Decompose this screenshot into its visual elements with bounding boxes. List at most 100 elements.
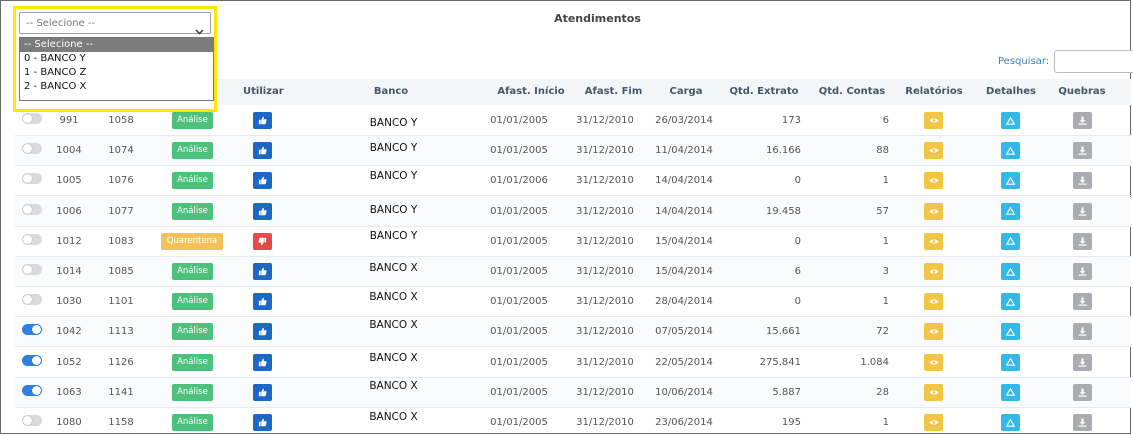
utilizar-button[interactable]: [253, 202, 272, 220]
search-input[interactable]: [1054, 50, 1133, 73]
row-toggle[interactable]: [22, 384, 42, 396]
detalhes-button[interactable]: [1001, 202, 1020, 220]
quebras-button[interactable]: [1073, 142, 1092, 160]
utilizar-button[interactable]: [253, 353, 272, 371]
row-toggle[interactable]: [22, 233, 42, 245]
quebras-button[interactable]: [1073, 383, 1092, 401]
status-badge[interactable]: Análise: [172, 142, 213, 160]
row-code: 1077: [108, 205, 134, 217]
row-carga: 26/03/2014: [655, 115, 713, 126]
utilizar-button[interactable]: [253, 232, 272, 250]
relatorios-button[interactable]: [924, 263, 943, 280]
status-badge[interactable]: Quarentena: [161, 232, 223, 250]
col-afast-fim[interactable]: Afast. Fim: [581, 86, 646, 97]
bank-option[interactable]: 0 - BANCO Y: [20, 52, 213, 66]
row-toggle[interactable]: [22, 143, 42, 155]
utilizar-button[interactable]: [253, 383, 272, 401]
row-toggle[interactable]: [22, 203, 42, 215]
bank-option[interactable]: -- Selecione --: [20, 38, 213, 52]
bank-option[interactable]: 1 - BANCO Z: [20, 66, 213, 80]
row-qtd-contas: 1: [882, 296, 889, 308]
col-carga[interactable]: Carga: [661, 86, 711, 97]
status-badge[interactable]: Análise: [172, 414, 213, 431]
relatorios-button[interactable]: [924, 232, 943, 250]
row-toggle[interactable]: [22, 173, 42, 185]
relatorios-button[interactable]: [924, 353, 943, 371]
row-bank: BANCO X: [369, 319, 418, 332]
status-badge[interactable]: Análise: [172, 293, 213, 311]
detalhes-button[interactable]: [1001, 293, 1020, 311]
status-badge[interactable]: Análise: [172, 353, 213, 371]
col-qtd-contas[interactable]: Qtd. Contas: [817, 86, 887, 97]
row-toggle[interactable]: [22, 354, 42, 366]
row-toggle[interactable]: [22, 113, 42, 124]
quebras-button[interactable]: [1073, 353, 1092, 371]
relatorios-button[interactable]: [924, 383, 943, 401]
col-utilizar[interactable]: Utilizar: [243, 86, 284, 97]
status-badge[interactable]: Análise: [172, 112, 213, 129]
col-detalhes[interactable]: Detalhes: [981, 86, 1041, 97]
col-banco[interactable]: Banco: [361, 86, 421, 97]
detalhes-button[interactable]: [1001, 263, 1020, 280]
utilizar-button[interactable]: [253, 142, 272, 160]
download-icon: [1078, 237, 1087, 246]
quebras-button[interactable]: [1073, 323, 1092, 341]
row-afast-inicio: 01/01/2005: [490, 326, 548, 338]
status-badge[interactable]: Análise: [172, 383, 213, 401]
relatorios-button[interactable]: [924, 414, 943, 431]
quebras-button[interactable]: [1073, 112, 1092, 129]
status-badge[interactable]: Análise: [172, 323, 213, 341]
bank-select[interactable]: -- Selecione --: [19, 12, 211, 35]
quebras-button[interactable]: [1073, 293, 1092, 311]
row-qtd-contas: 28: [876, 386, 889, 398]
utilizar-button[interactable]: [253, 293, 272, 311]
thumbs-up-icon: [258, 146, 267, 155]
col-quebras[interactable]: Quebras: [1056, 86, 1108, 97]
quebras-button[interactable]: [1073, 172, 1092, 190]
download-icon: [1078, 146, 1087, 155]
triangle-icon: [1006, 358, 1015, 366]
quebras-button[interactable]: [1073, 232, 1092, 250]
relatorios-button[interactable]: [924, 293, 943, 311]
status-badge[interactable]: Análise: [172, 202, 213, 220]
detalhes-button[interactable]: [1001, 172, 1020, 190]
detalhes-button[interactable]: [1001, 353, 1020, 371]
detalhes-button[interactable]: [1001, 323, 1020, 341]
quebras-button[interactable]: [1073, 414, 1092, 431]
detalhes-button[interactable]: [1001, 142, 1020, 160]
col-relatorios[interactable]: Relatórios: [901, 86, 967, 97]
quebras-button[interactable]: [1073, 202, 1092, 220]
row-toggle[interactable]: [22, 415, 42, 426]
bank-option[interactable]: 2 - BANCO X: [20, 80, 213, 94]
utilizar-button[interactable]: [253, 172, 272, 190]
row-bank: BANCO Y: [369, 203, 418, 216]
status-badge[interactable]: Análise: [172, 172, 213, 190]
detalhes-button[interactable]: [1001, 232, 1020, 250]
row-toggle[interactable]: [22, 294, 42, 306]
utilizar-button[interactable]: [253, 414, 272, 431]
relatorios-button[interactable]: [924, 323, 943, 341]
utilizar-button[interactable]: [253, 323, 272, 341]
utilizar-button[interactable]: [253, 112, 272, 129]
relatorios-button[interactable]: [924, 202, 943, 220]
row-code: 1126: [108, 356, 134, 368]
download-icon: [1078, 267, 1087, 276]
row-toggle[interactable]: [22, 264, 42, 275]
row-afast-inicio: 01/01/2005: [490, 145, 548, 157]
row-toggle[interactable]: [22, 324, 42, 336]
download-icon: [1078, 388, 1087, 397]
eye-icon: [929, 419, 939, 426]
detalhes-button[interactable]: [1001, 414, 1020, 431]
relatorios-button[interactable]: [924, 112, 943, 129]
utilizar-button[interactable]: [253, 263, 272, 280]
detalhes-button[interactable]: [1001, 112, 1020, 129]
triangle-icon: [1006, 237, 1015, 246]
row-qtd-contas: 3: [882, 266, 889, 277]
col-afast-inicio[interactable]: Afast. Início: [496, 86, 566, 97]
quebras-button[interactable]: [1073, 263, 1092, 280]
status-badge[interactable]: Análise: [172, 263, 213, 280]
relatorios-button[interactable]: [924, 142, 943, 160]
relatorios-button[interactable]: [924, 172, 943, 190]
col-qtd-extrato[interactable]: Qtd. Extrato: [729, 86, 799, 97]
detalhes-button[interactable]: [1001, 383, 1020, 401]
